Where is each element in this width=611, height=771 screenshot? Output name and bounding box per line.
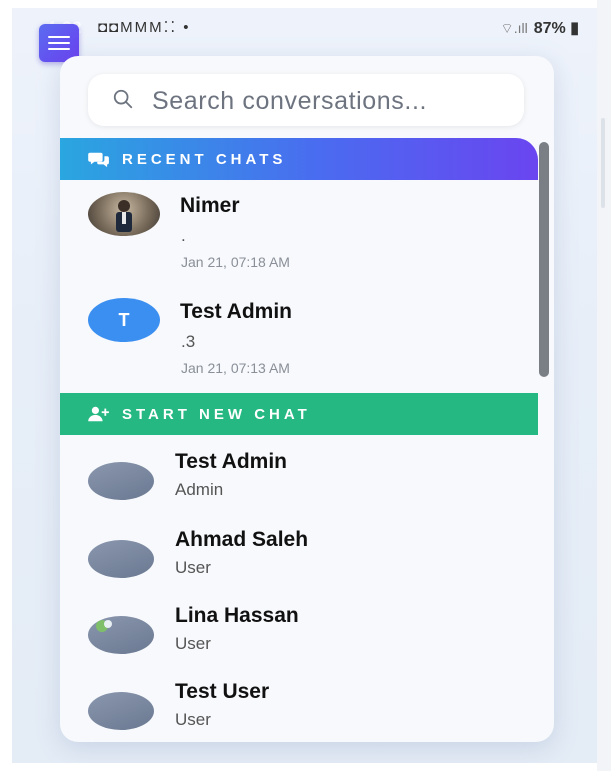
window-edge — [597, 0, 611, 771]
chat-last-message: . — [181, 226, 186, 245]
user-list-item[interactable]: Test Admin Admin — [60, 444, 538, 520]
chat-name: Nimer — [180, 194, 240, 217]
battery-level: 87% — [533, 20, 566, 37]
chat-last-message: .3 — [181, 332, 196, 351]
avatar — [88, 692, 154, 730]
user-role: User — [175, 710, 211, 729]
status-right: ⌔.ıll 87% ▮ — [501, 18, 579, 38]
search-icon — [113, 89, 133, 109]
user-list-item[interactable]: Lina Hassan User — [60, 598, 538, 674]
recent-chat-item[interactable]: Nimer . Jan 21, 07:18 AM — [60, 182, 538, 286]
user-name: Lina Hassan — [175, 604, 299, 627]
avatar — [88, 192, 160, 236]
battery-icon: ▮ — [570, 20, 579, 37]
notification-icons: ◘◘MMM⁚⁚ • — [98, 19, 191, 36]
user-photo-icon — [116, 200, 132, 232]
user-list-item[interactable]: Ahmad Saleh User — [60, 522, 538, 598]
start-new-chat-header: START NEW CHAT — [60, 393, 538, 435]
conversations-panel: Search conversations... RECENT CHATS Nim… — [60, 56, 554, 742]
start-new-chat-title: START NEW CHAT — [122, 405, 311, 423]
avatar — [88, 462, 154, 500]
chat-name: Test Admin — [180, 300, 293, 323]
app-screen: 4:32 ◘◘MMM⁚⁚ • ⌔.ıll87% ▮ Search convers… — [12, 8, 597, 763]
user-list-item[interactable]: Test User User — [60, 674, 538, 742]
user-name: Test Admin — [175, 450, 288, 473]
chat-time: Jan 21, 07:13 AM — [181, 360, 290, 376]
user-role: User — [175, 558, 211, 577]
signal-icon: ⌔.ıll — [500, 20, 528, 36]
outer-scrollbar[interactable] — [601, 118, 605, 208]
recent-chats-header: RECENT CHATS — [60, 138, 538, 180]
scrollbar[interactable] — [539, 142, 549, 377]
recent-chat-item[interactable]: T Test Admin .3 Jan 21, 07:13 AM — [60, 288, 538, 392]
menu-icon-line — [48, 36, 70, 38]
user-name: Test User — [175, 680, 270, 703]
chat-bubbles-icon — [88, 152, 109, 168]
letter-avatar: T — [88, 298, 160, 342]
user-role: Admin — [175, 480, 224, 499]
avatar — [88, 616, 154, 654]
user-name: Ahmad Saleh — [175, 528, 309, 551]
menu-icon-line — [48, 48, 70, 50]
avatar-letter: T — [118, 309, 130, 330]
recent-chats-title: RECENT CHATS — [122, 150, 287, 168]
search-input[interactable]: Search conversations... — [88, 74, 524, 126]
menu-icon-line — [48, 42, 70, 44]
user-role: User — [175, 634, 211, 653]
search-placeholder: Search conversations... — [152, 87, 428, 115]
avatar — [88, 540, 154, 578]
status-bar: 4:32 ◘◘MMM⁚⁚ • ⌔.ıll87% ▮ — [12, 8, 597, 44]
add-user-icon — [88, 406, 109, 422]
chat-time: Jan 21, 07:18 AM — [181, 254, 290, 270]
user-photo-icon — [96, 620, 112, 632]
